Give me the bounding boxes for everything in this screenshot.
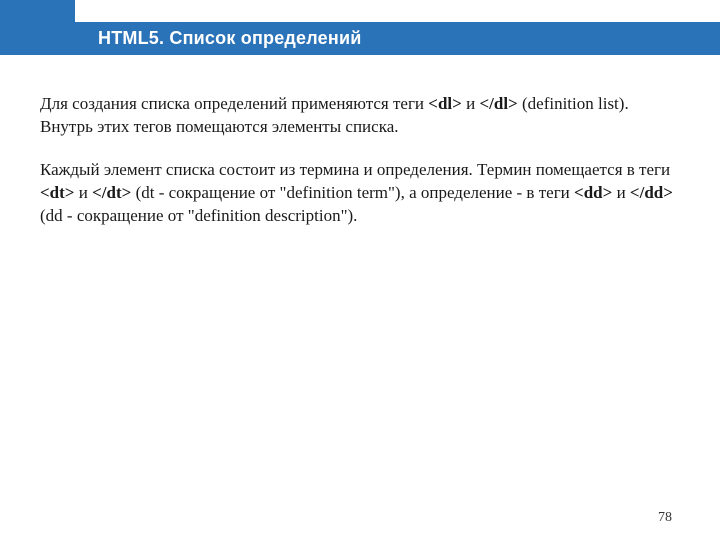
title-bar: HTML5. Список определений — [0, 22, 720, 55]
slide-header: HTML5. Список определений — [0, 0, 720, 55]
code-tag-dt-close: </dt> — [92, 183, 131, 202]
slide-body: Для создания списка определений применяю… — [0, 55, 720, 228]
text-segment: и — [75, 183, 93, 202]
code-tag-dl-close: </dl> — [479, 94, 517, 113]
code-tag-dd-open: <dd> — [574, 183, 612, 202]
text-segment: Для создания списка определений применяю… — [40, 94, 428, 113]
code-tag-dl-open: <dl> — [428, 94, 462, 113]
text-segment: (dd - сокращение от "definition descript… — [40, 206, 357, 225]
paragraph-1: Для создания списка определений применяю… — [40, 93, 680, 139]
slide-title: HTML5. Список определений — [98, 28, 361, 49]
code-tag-dt-open: <dt> — [40, 183, 75, 202]
text-segment: и — [462, 94, 480, 113]
text-segment: Каждый элемент списка состоит из термина… — [40, 160, 670, 179]
code-tag-dd-close: </dd> — [630, 183, 673, 202]
page-number: 78 — [658, 510, 672, 526]
paragraph-2: Каждый элемент списка состоит из термина… — [40, 159, 680, 228]
text-segment: (dt - сокращение от "definition term"), … — [131, 183, 574, 202]
text-segment: и — [612, 183, 630, 202]
